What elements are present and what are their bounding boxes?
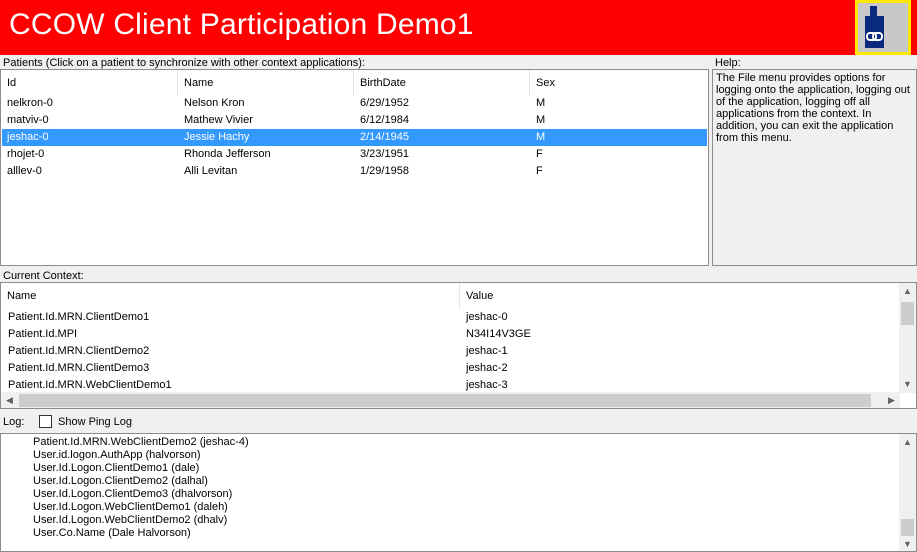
column-header-name[interactable]: Name [178, 70, 354, 96]
patient-id-cell: alllev-0 [7, 165, 42, 177]
context-value-cell: jeshac-2 [466, 362, 508, 374]
patient-sex-cell: M [536, 97, 546, 109]
patient-birthdate-cell: 6/29/1952 [360, 97, 409, 109]
horizontal-scroll-thumb[interactable] [19, 394, 871, 407]
app-title: CCOW Client Participation Demo1 [9, 8, 474, 41]
context-name-cell: Patient.Id.MRN.ClientDemo2 [8, 345, 150, 357]
column-header-birthdate[interactable]: BirthDate [354, 70, 530, 96]
log-label: Log: [3, 416, 25, 428]
context-value-cell: jeshac-1 [466, 345, 508, 357]
column-header-sex[interactable]: Sex [530, 70, 708, 96]
log-line: User.id.logon.AuthApp (halvorson) [33, 449, 201, 461]
ccow-link-person-icon [855, 0, 911, 55]
context-header: Name Value [1, 283, 899, 309]
scroll-up-arrow-icon[interactable]: ▲ [899, 434, 916, 451]
patient-name-cell: Rhonda Jefferson [184, 148, 271, 160]
context-value-cell: N34I14V3GE [466, 328, 531, 340]
patient-row[interactable]: jeshac-0 Jessie Hachy 2/14/1945 M [2, 129, 707, 146]
context-name-cell: Patient.Id.MPI [8, 328, 78, 340]
patient-name-cell: Mathew Vivier [184, 114, 253, 126]
context-list[interactable]: Name Value Patient.Id.MRN.ClientDemo1 jes… [0, 282, 917, 409]
patient-sex-cell: M [536, 131, 546, 143]
log-line: User.Co.Name (Dale Halvorson) [33, 527, 191, 539]
context-value-cell: jeshac-0 [466, 311, 508, 323]
help-label: Help: [715, 57, 741, 69]
log-line: User.Id.Logon.WebClientDemo1 (daleh) [33, 501, 228, 513]
log-line: User.Id.Logon.WebClientDemo2 (dhalv) [33, 514, 228, 526]
context-vertical-scrollbar[interactable]: ▲ ▼ [899, 283, 916, 393]
context-row[interactable]: Patient.Id.MRN.ClientDemo1 jeshac-0 [2, 309, 882, 326]
log-line: User.Id.Logon.ClientDemo3 (dhalvorson) [33, 488, 233, 500]
patient-birthdate-cell: 3/23/1951 [360, 148, 409, 160]
patient-birthdate-cell: 6/12/1984 [360, 114, 409, 126]
context-row[interactable]: Patient.Id.MRN.ClientDemo3 jeshac-2 [2, 360, 882, 377]
log-vertical-scrollbar[interactable]: ▲ ▼ [899, 434, 916, 551]
scroll-right-arrow-icon[interactable]: ▶ [883, 392, 900, 408]
scroll-thumb[interactable] [901, 519, 914, 536]
patient-row[interactable]: rhojet-0 Rhonda Jefferson 3/23/1951 F [2, 146, 707, 163]
title-banner: CCOW Client Participation Demo1 [0, 0, 917, 55]
patient-name-cell: Jessie Hachy [184, 131, 250, 143]
log-line: Patient.Id.MRN.WebClientDemo2 (jeshac-4) [33, 436, 249, 448]
context-row[interactable]: Patient.Id.MPI N34I14V3GE [2, 326, 882, 343]
patient-sex-cell: F [536, 148, 543, 160]
help-text: The File menu provides options for loggi… [712, 69, 917, 266]
scroll-thumb[interactable] [901, 302, 914, 325]
log-line: User.Id.Logon.ClientDemo1 (dale) [33, 462, 200, 474]
patient-birthdate-cell: 2/14/1945 [360, 131, 409, 143]
patient-sex-cell: M [536, 114, 546, 126]
patients-header: Id Name BirthDate Sex [1, 70, 708, 96]
context-horizontal-scrollbar[interactable]: ◀ ▶ [1, 392, 900, 408]
column-header-context-name[interactable]: Name [1, 283, 460, 309]
scroll-up-arrow-icon[interactable]: ▲ [899, 283, 916, 300]
patients-label: Patients (Click on a patient to synchron… [3, 57, 365, 69]
context-name-cell: Patient.Id.MRN.ClientDemo3 [8, 362, 150, 374]
scroll-down-arrow-icon[interactable]: ▼ [899, 376, 916, 393]
log-output[interactable]: Patient.Id.MRN.WebClientDemo2 (jeshac-4)… [0, 433, 917, 552]
show-ping-log-checkbox[interactable] [39, 415, 52, 428]
patient-id-cell: jeshac-0 [7, 131, 49, 143]
patient-row[interactable]: alllev-0 Alli Levitan 1/29/1958 F [2, 163, 707, 180]
patient-birthdate-cell: 1/29/1958 [360, 165, 409, 177]
scroll-left-arrow-icon[interactable]: ◀ [1, 392, 18, 408]
context-name-cell: Patient.Id.MRN.ClientDemo1 [8, 311, 150, 323]
column-header-context-value[interactable]: Value [460, 283, 900, 309]
column-header-id[interactable]: Id [1, 70, 178, 96]
patient-row[interactable]: matviv-0 Mathew Vivier 6/12/1984 M [2, 112, 707, 129]
log-line: User.Id.Logon.ClientDemo2 (dalhal) [33, 475, 208, 487]
scroll-down-arrow-icon[interactable]: ▼ [899, 536, 916, 551]
patient-name-cell: Nelson Kron [184, 97, 245, 109]
context-row[interactable]: Patient.Id.MRN.ClientDemo2 jeshac-1 [2, 343, 882, 360]
patient-id-cell: nelkron-0 [7, 97, 53, 109]
show-ping-log-label[interactable]: Show Ping Log [58, 416, 132, 428]
patients-list[interactable]: Id Name BirthDate Sex nelkron-0 Nelson Kr… [0, 69, 709, 266]
patient-row[interactable]: nelkron-0 Nelson Kron 6/29/1952 M [2, 95, 707, 112]
patient-sex-cell: F [536, 165, 543, 177]
current-context-label: Current Context: [3, 270, 84, 282]
patient-id-cell: rhojet-0 [7, 148, 45, 160]
patient-name-cell: Alli Levitan [184, 165, 238, 177]
patient-id-cell: matviv-0 [7, 114, 49, 126]
